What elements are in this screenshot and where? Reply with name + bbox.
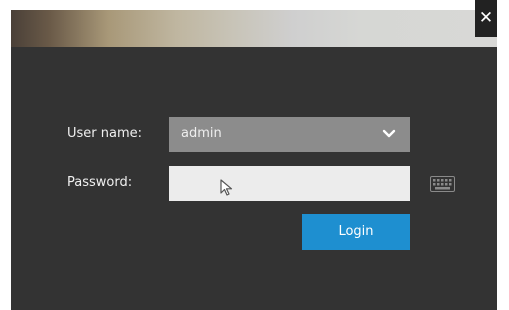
login-dialog — [11, 10, 497, 310]
chevron-down-icon — [382, 129, 396, 138]
login-button[interactable]: Login — [302, 214, 410, 250]
header-banner-image — [11, 10, 497, 47]
close-button[interactable]: ✕ — [475, 0, 497, 37]
username-value: admin — [181, 126, 222, 141]
password-input[interactable] — [169, 166, 410, 201]
password-label: Password: — [67, 175, 133, 190]
mouse-pointer-icon — [220, 179, 233, 196]
close-icon: ✕ — [478, 8, 494, 28]
username-select[interactable]: admin — [169, 117, 410, 152]
keyboard-icon[interactable] — [430, 176, 455, 192]
username-label: User name: — [67, 126, 143, 141]
